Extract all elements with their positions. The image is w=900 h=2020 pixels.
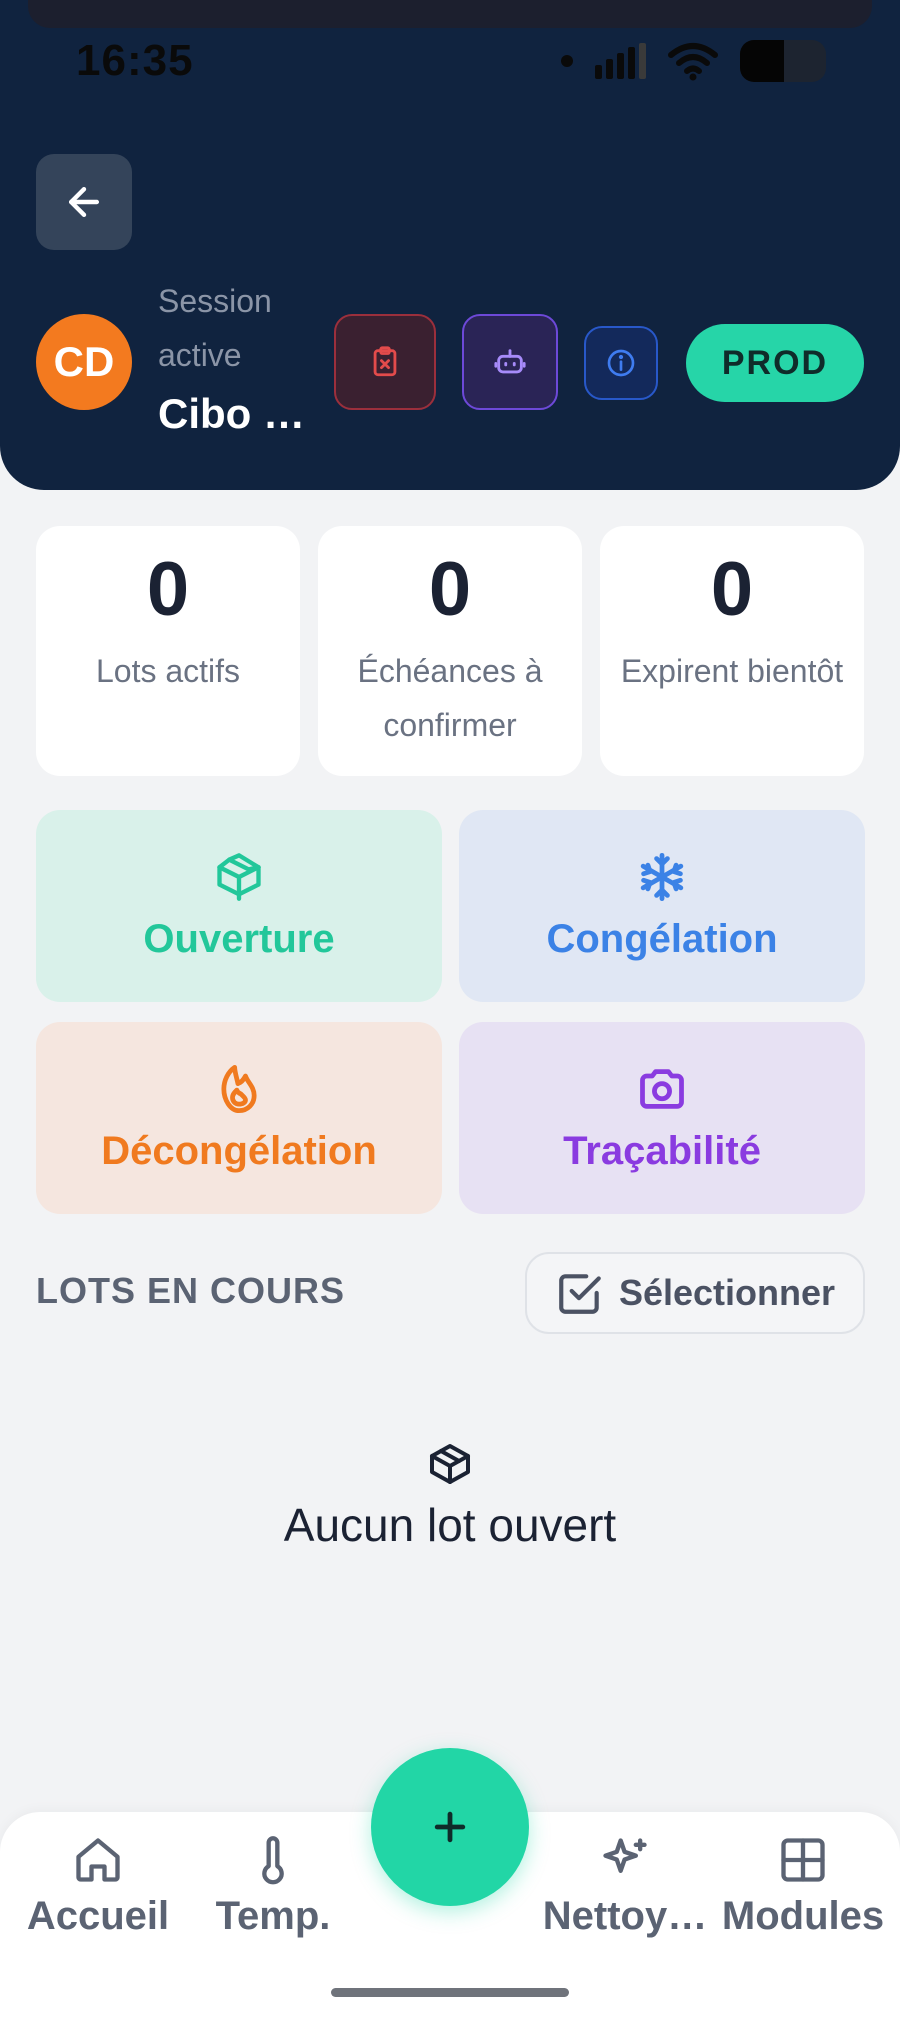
package-open-icon <box>217 852 261 901</box>
notification-dot-icon <box>561 55 573 67</box>
action-tile-traceability[interactable]: Traçabilité <box>459 1022 865 1214</box>
info-icon <box>607 349 635 377</box>
app-header: 16:35 CD Session active Cibo … PROD <box>0 0 900 490</box>
camera-icon <box>640 1068 684 1109</box>
info-button[interactable] <box>584 326 658 400</box>
back-button[interactable] <box>36 154 132 250</box>
bot-icon <box>494 349 526 374</box>
select-button-label: Sélectionner <box>618 1272 836 1313</box>
session-label: Session active <box>158 283 272 373</box>
package-icon <box>430 1444 470 1484</box>
stat-label: Lots actifs <box>95 653 241 689</box>
sparkles-icon <box>603 1838 647 1873</box>
session-name: Cibo … <box>158 390 305 437</box>
nav-item-temperature[interactable]: Temp. <box>208 1834 338 1939</box>
cellular-signal-icon <box>595 43 646 79</box>
wifi-icon <box>668 43 718 81</box>
action-label: Traçabilité <box>563 1128 761 1173</box>
status-time: 16:35 <box>76 36 194 85</box>
plus-icon <box>434 1811 466 1843</box>
nav-label: Accueil <box>26 1894 170 1938</box>
action-label: Ouverture <box>143 916 335 961</box>
section-title-lots: LOTS EN COURS <box>36 1270 346 1311</box>
nav-label: Nettoy… <box>542 1894 708 1938</box>
home-icon <box>76 1838 120 1882</box>
clear-clipboard-button[interactable] <box>334 314 436 410</box>
status-icons <box>561 40 826 82</box>
stat-value: 0 <box>146 547 190 632</box>
clipboard-x-icon <box>373 346 397 377</box>
stat-card-deadlines: 0 Échéances à confirmer <box>318 526 582 776</box>
nav-label: Modules <box>721 1894 885 1938</box>
select-button[interactable]: Sélectionner <box>525 1252 865 1334</box>
assistant-bot-button[interactable] <box>462 314 558 410</box>
stat-card-active-lots: 0 Lots actifs <box>36 526 300 776</box>
grid-icon <box>781 1838 825 1882</box>
stat-card-expiring: 0 Expirent bientôt <box>600 526 864 776</box>
action-label: Congélation <box>546 916 778 961</box>
action-tile-thawing[interactable]: Décongélation <box>36 1022 442 1214</box>
stat-label: Expirent bientôt <box>620 653 844 689</box>
action-label: Décongélation <box>101 1128 377 1173</box>
add-fab-button[interactable] <box>371 1748 529 1906</box>
stat-label: Échéances à confirmer <box>357 653 543 743</box>
avatar[interactable]: CD <box>36 314 132 410</box>
checkbox-icon <box>559 1274 601 1314</box>
action-tile-opening[interactable]: Ouverture <box>36 810 442 1002</box>
nav-item-home[interactable]: Accueil <box>26 1834 170 1939</box>
arrow-left-icon <box>68 186 100 218</box>
stat-value: 0 <box>710 547 754 632</box>
stat-value: 0 <box>428 547 472 632</box>
battery-icon <box>740 40 826 82</box>
nav-item-modules[interactable]: Modules <box>720 1834 886 1939</box>
home-indicator[interactable] <box>331 1988 569 1997</box>
flame-icon <box>221 1064 257 1113</box>
action-tile-freezing[interactable]: Congélation <box>459 810 865 1002</box>
thermometer-icon <box>262 1836 284 1885</box>
snowflake-icon <box>640 852 684 901</box>
empty-state-text: Aucun lot ouvert <box>283 1499 617 1551</box>
status-bar-backdrop <box>28 0 872 28</box>
environment-badge[interactable]: PROD <box>686 324 864 402</box>
nav-label: Temp. <box>215 1894 331 1938</box>
nav-item-cleaning[interactable]: Nettoy… <box>540 1834 710 1939</box>
